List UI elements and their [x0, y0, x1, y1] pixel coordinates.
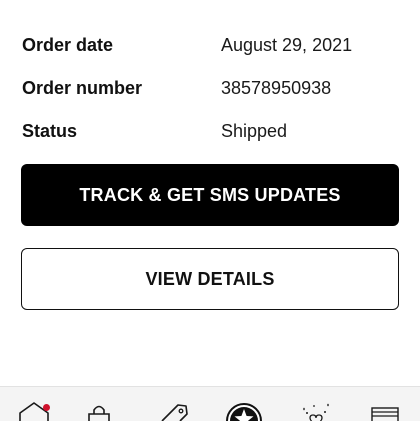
order-date-row: Order date August 29, 2021 — [22, 31, 402, 59]
order-date-label: Order date — [22, 35, 114, 55]
tab-community[interactable] — [294, 387, 338, 421]
tab-home[interactable] — [14, 387, 58, 421]
tab-offers[interactable] — [152, 387, 196, 421]
beauty-insider-star-icon — [226, 403, 262, 421]
tab-beauty-insider[interactable] — [222, 387, 266, 421]
menu-icon — [371, 407, 399, 421]
view-details-label: VIEW DETAILS — [145, 268, 275, 289]
home-icon — [19, 402, 49, 421]
shopping-bag-icon — [88, 405, 110, 421]
track-sms-updates-label: TRACK & GET SMS UPDATES — [79, 184, 341, 205]
bottom-tab-bar — [0, 386, 420, 421]
tag-icon — [161, 404, 188, 421]
sparkle-heart-icon — [303, 403, 329, 421]
order-status-value: Shipped — [221, 121, 288, 141]
order-number-row: Order number 38578950938 — [22, 74, 402, 102]
order-number-value: 38578950938 — [221, 78, 332, 98]
order-number-label: Order number — [22, 78, 143, 98]
order-status-label: Status — [22, 121, 78, 141]
order-status-row: Status Shipped — [22, 117, 402, 145]
tab-menu[interactable] — [362, 387, 406, 421]
notification-dot — [43, 404, 50, 411]
view-details-button[interactable]: VIEW DETAILS — [21, 248, 399, 310]
order-date-value: August 29, 2021 — [221, 35, 353, 55]
track-sms-updates-button[interactable]: TRACK & GET SMS UPDATES — [21, 164, 399, 226]
tab-shop[interactable] — [78, 387, 122, 421]
